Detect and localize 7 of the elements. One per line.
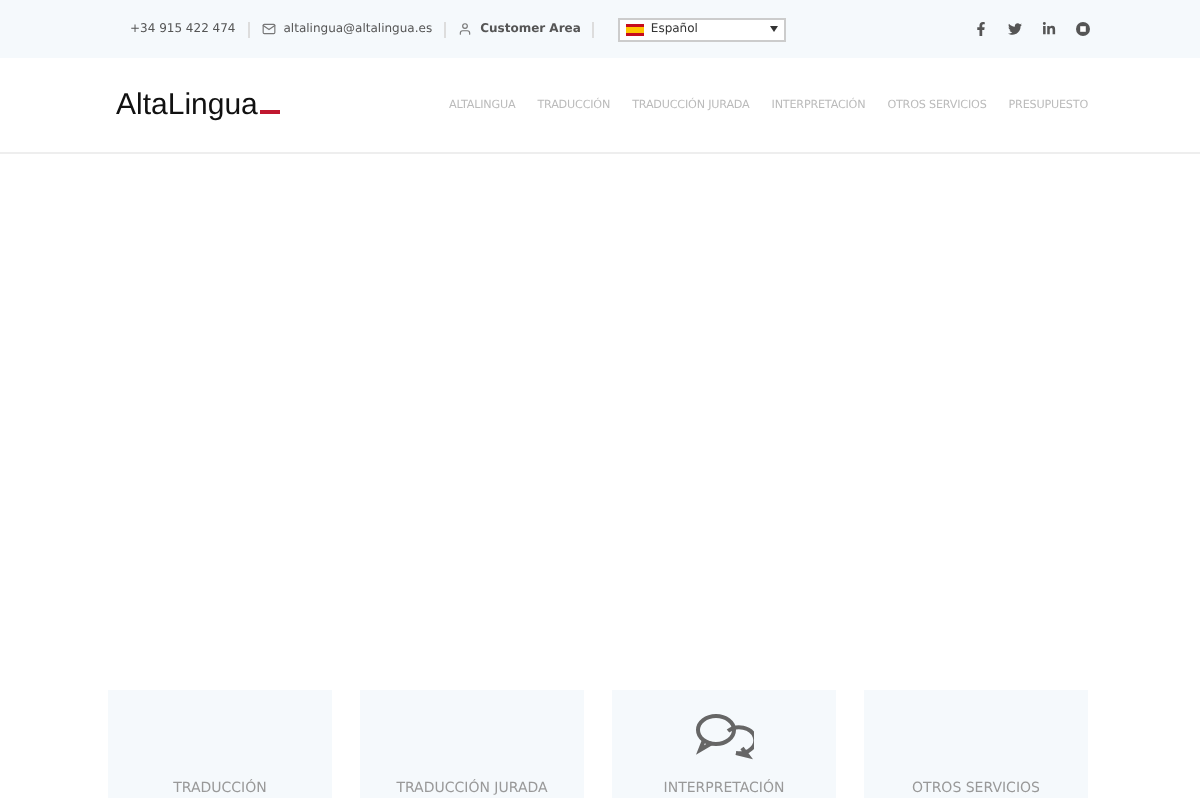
- user-icon: [458, 22, 473, 36]
- mail-icon: [261, 22, 276, 36]
- linkedin-icon[interactable]: [1042, 22, 1056, 36]
- logo[interactable]: AltaLingua: [116, 88, 280, 122]
- facebook-icon[interactable]: [974, 22, 988, 36]
- flag-icon: [626, 23, 645, 35]
- twitter-icon[interactable]: [1008, 22, 1022, 36]
